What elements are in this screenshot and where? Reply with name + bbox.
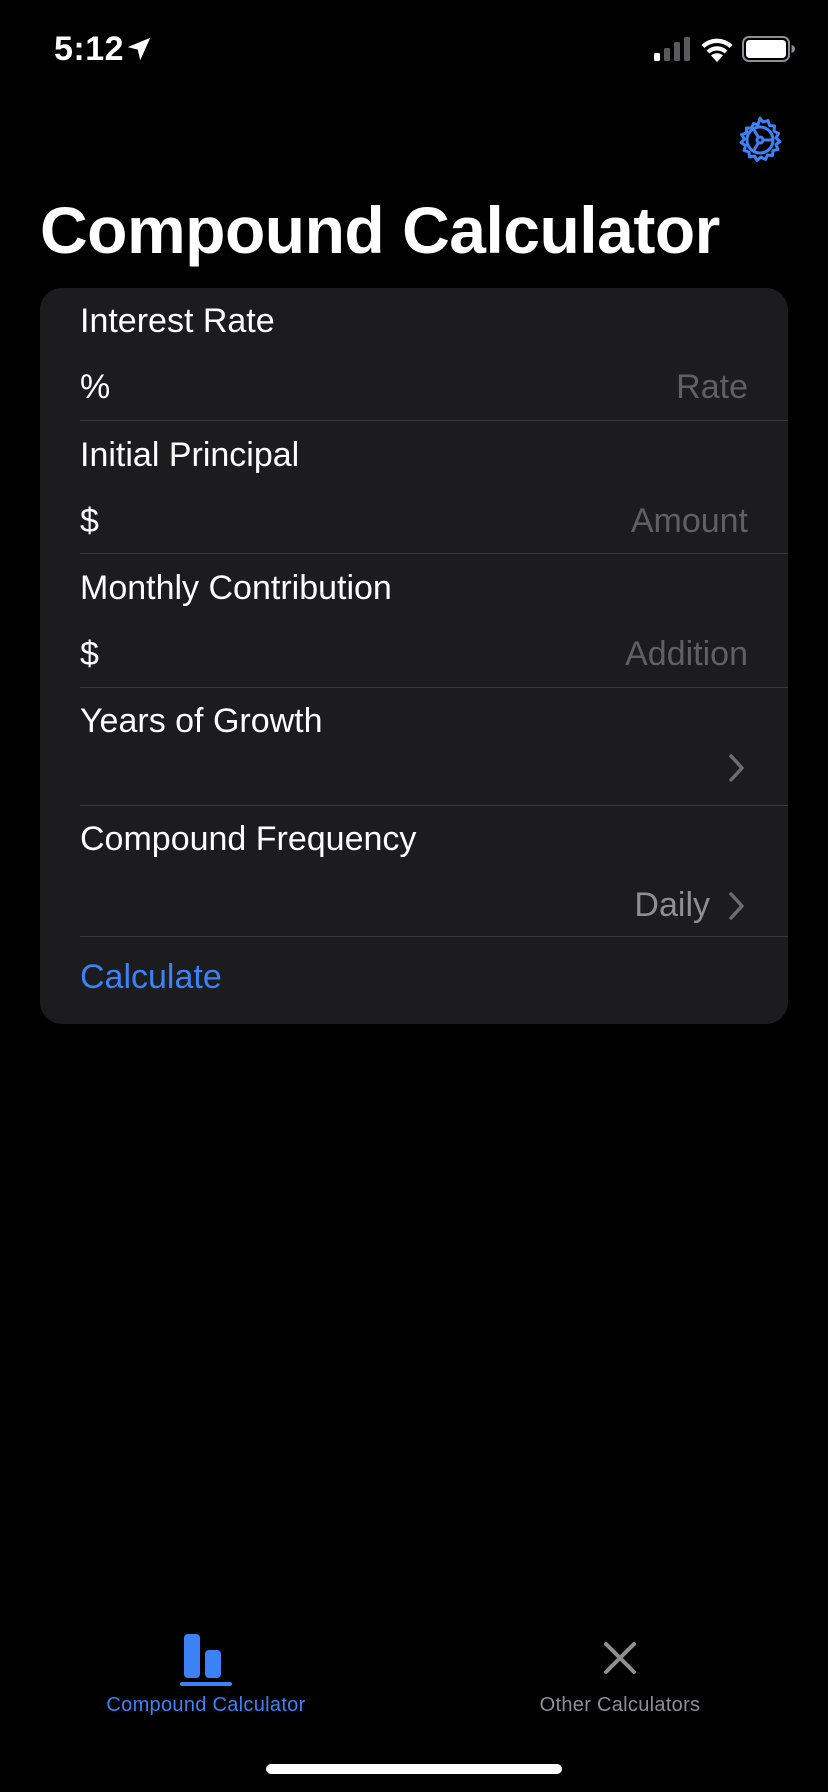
interest-rate-prefix: %: [80, 368, 111, 406]
chevron-right-icon: [729, 754, 744, 782]
calculator-form: Interest Rate % Initial Principal $ Mont…: [40, 288, 788, 1024]
initial-principal-label: Initial Principal: [80, 436, 300, 474]
interest-rate-input[interactable]: [348, 362, 748, 412]
monthly-contribution-prefix: $: [80, 635, 99, 673]
tab-bar: Compound Calculator Other Calculators: [0, 1620, 828, 1740]
home-indicator[interactable]: [266, 1764, 562, 1774]
separator: [80, 420, 788, 421]
app-screen: 5:12 Compound Calculator Interest Rate %…: [0, 0, 828, 1792]
calculate-button[interactable]: Calculate: [80, 958, 222, 997]
initial-principal-input[interactable]: [348, 496, 748, 546]
status-bar: 5:12: [0, 0, 828, 100]
bar-chart-icon: [180, 1634, 232, 1686]
separator: [80, 553, 788, 554]
cellular-signal-icon: [654, 37, 690, 61]
chevron-right-icon: [729, 892, 744, 920]
tab-other-calculators[interactable]: Other Calculators: [470, 1620, 770, 1730]
compound-frequency-value: Daily: [634, 886, 710, 924]
tab-label-compound-calculator: Compound Calculator: [106, 1694, 306, 1716]
wifi-icon: [701, 38, 733, 62]
monthly-contribution-input[interactable]: [348, 629, 748, 679]
tab-compound-calculator[interactable]: Compound Calculator: [56, 1620, 356, 1730]
separator: [80, 936, 788, 937]
battery-icon: [742, 36, 795, 62]
status-time: 5:12: [54, 30, 125, 68]
years-of-growth-picker[interactable]: Years of Growth: [40, 688, 788, 805]
close-x-icon: [604, 1642, 636, 1674]
initial-principal-prefix: $: [80, 502, 99, 540]
location-arrow-icon: [127, 37, 151, 61]
compound-frequency-label: Compound Frequency: [80, 820, 417, 858]
tab-label-other-calculators: Other Calculators: [539, 1694, 701, 1716]
years-of-growth-label: Years of Growth: [80, 702, 323, 740]
compound-frequency-picker[interactable]: Compound Frequency Daily: [40, 806, 788, 936]
interest-rate-label: Interest Rate: [80, 302, 275, 340]
settings-gear-icon[interactable]: [734, 114, 786, 166]
monthly-contribution-label: Monthly Contribution: [80, 569, 392, 607]
page-title: Compound Calculator: [40, 193, 720, 267]
